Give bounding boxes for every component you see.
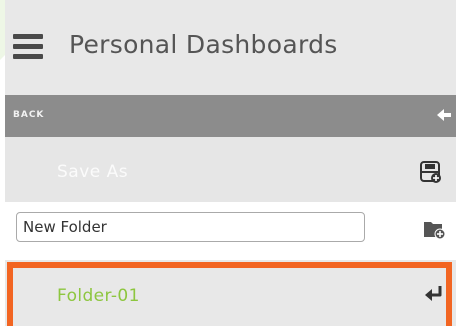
panel-header: Personal Dashboards [5,0,456,95]
folder-list-item[interactable]: Folder-01 [5,260,456,326]
hamburger-menu-icon[interactable] [13,34,43,60]
arrow-left-icon [437,109,451,121]
enter-return-icon[interactable] [423,283,445,305]
save-disk-icon[interactable] [420,161,442,183]
back-label: BACK [13,110,45,120]
new-folder-input[interactable] [16,212,365,242]
page-title: Personal Dashboards [69,30,338,59]
dashboard-panel: Personal Dashboards BACK Save As Folder-… [5,0,456,326]
save-as-label: Save As [57,162,129,182]
folder-name: Folder-01 [57,286,140,306]
back-button[interactable]: BACK [5,95,456,137]
save-as-item[interactable]: Save As [5,137,456,202]
new-folder-icon[interactable] [423,219,445,239]
